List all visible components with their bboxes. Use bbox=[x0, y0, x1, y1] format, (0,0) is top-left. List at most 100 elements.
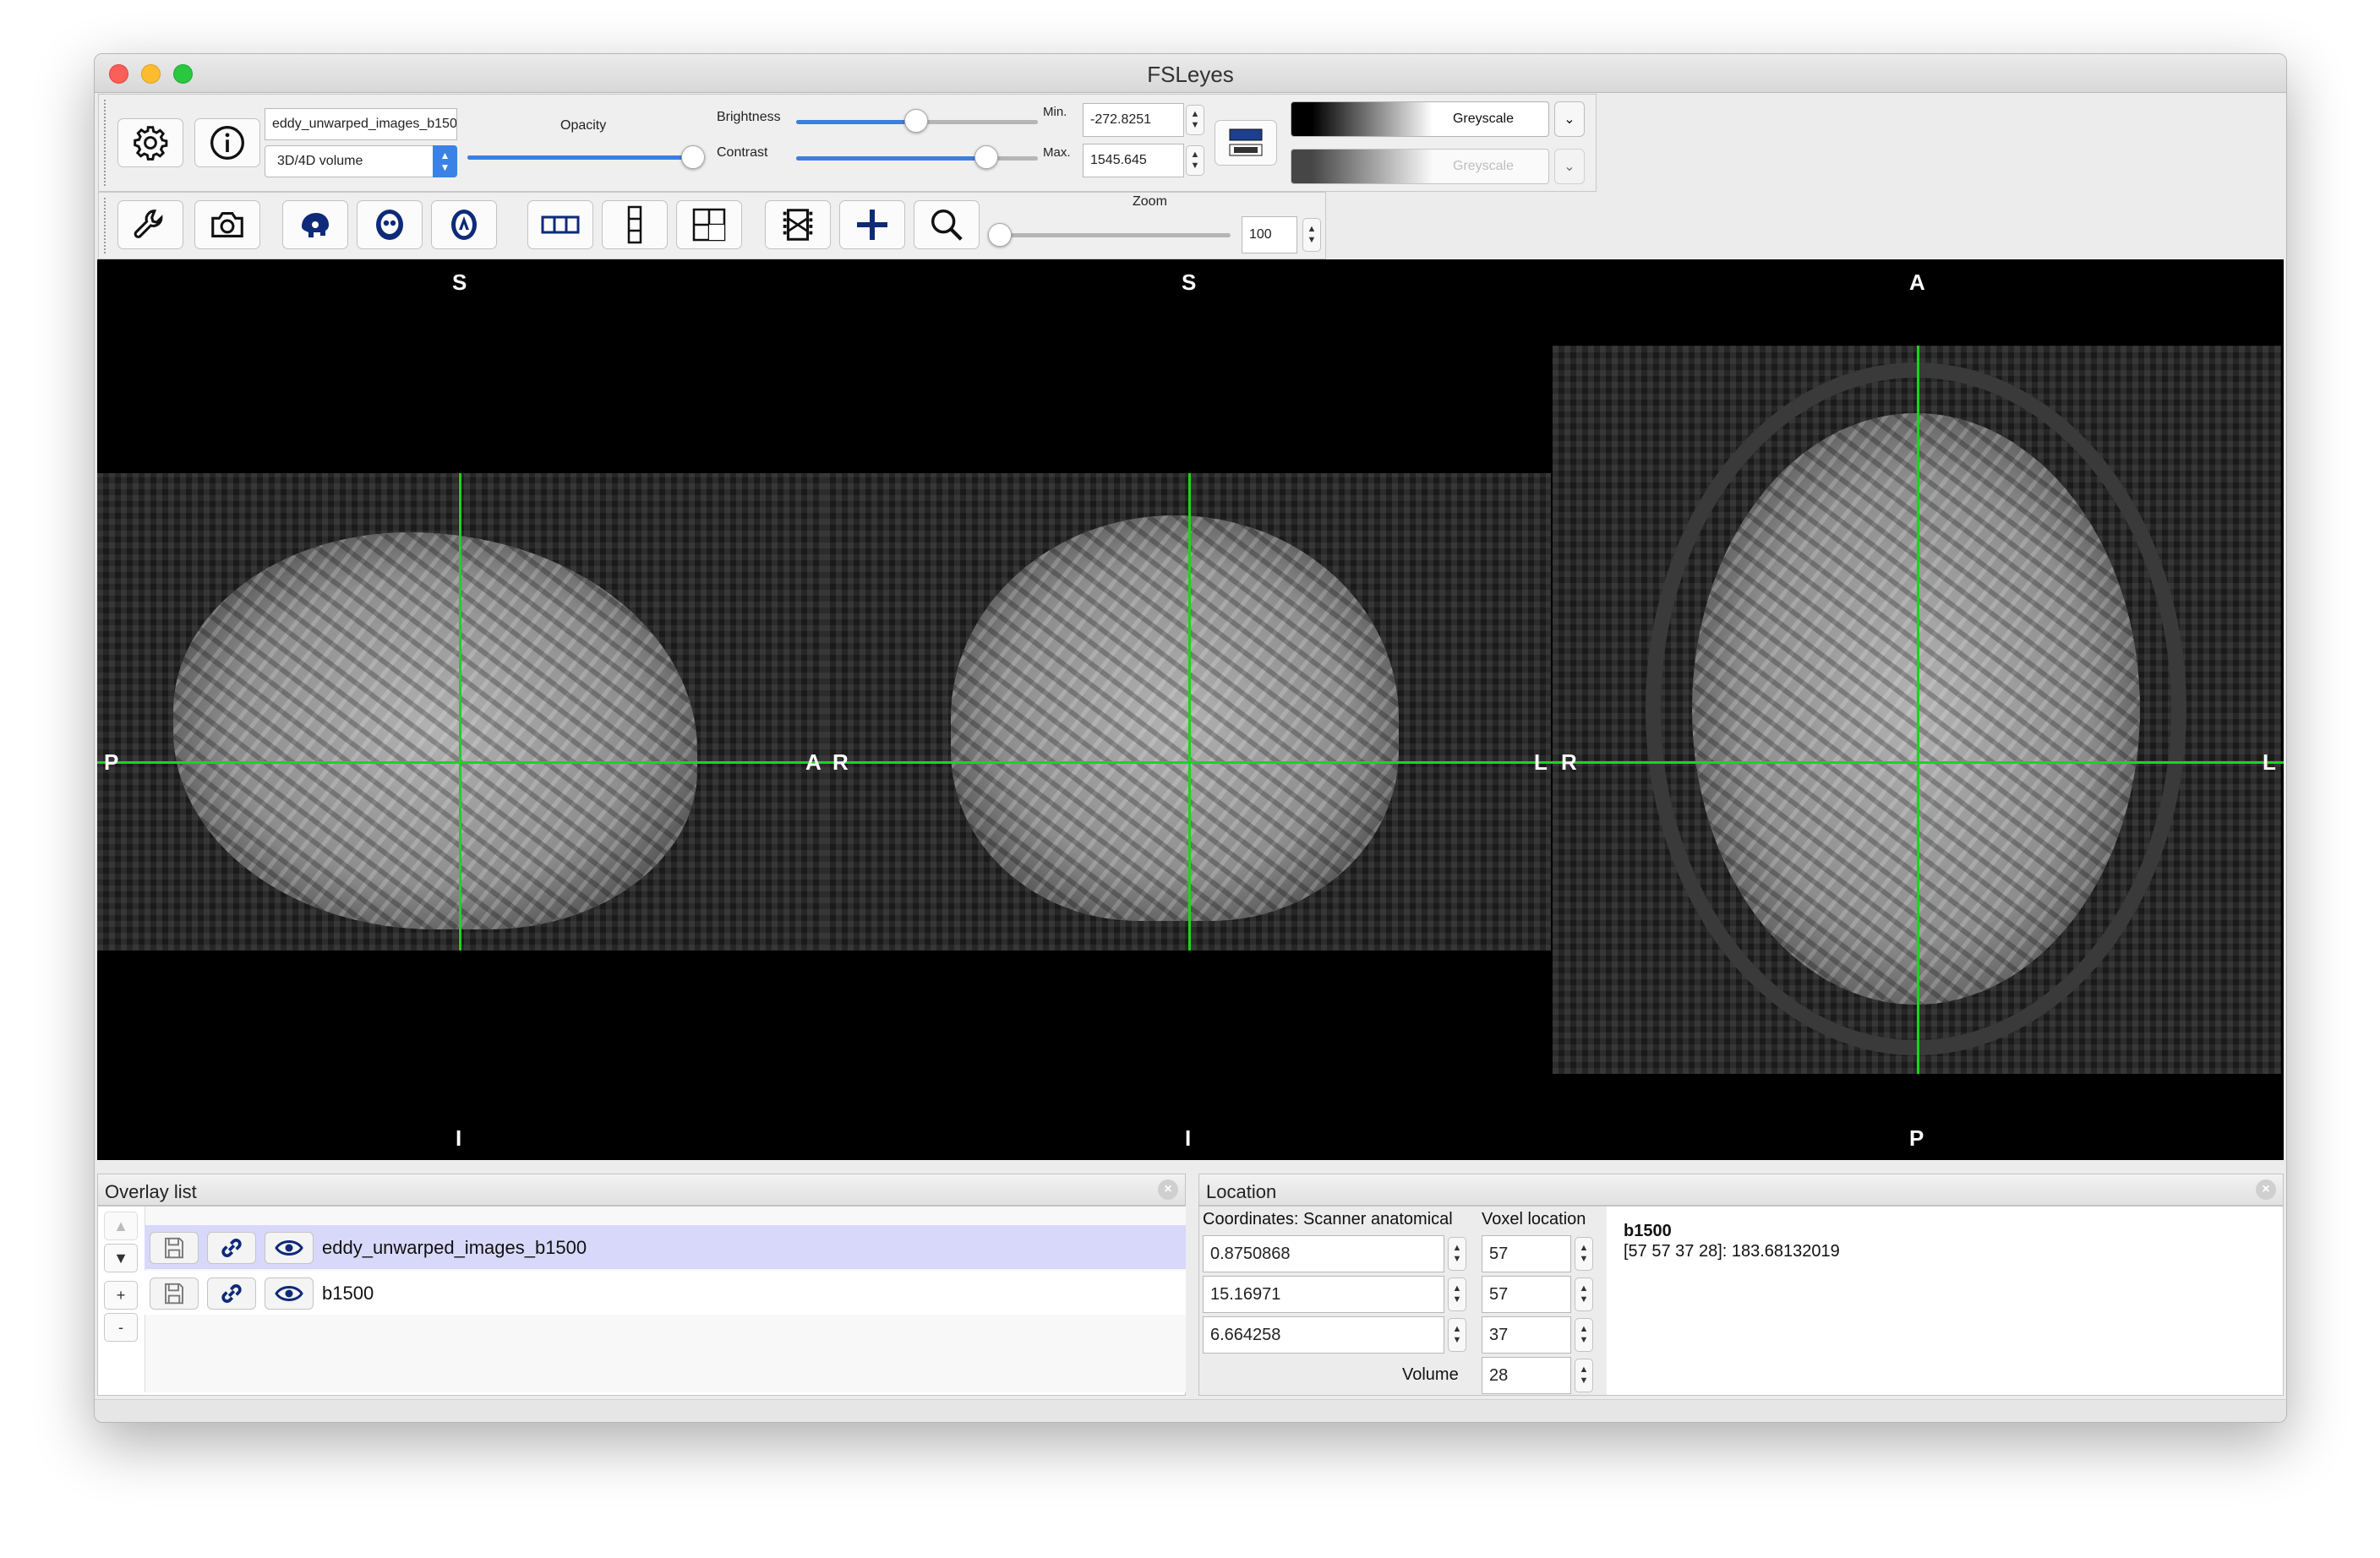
opacity-label: Opacity bbox=[560, 118, 607, 133]
min-value-stepper[interactable]: ▲ ▼ bbox=[1186, 105, 1204, 135]
coordinate-x-field[interactable]: 0.8750868 bbox=[1203, 1235, 1444, 1272]
zoom-slider-handle[interactable] bbox=[988, 223, 1012, 247]
ortho-view-canvas[interactable]: S I P A S I R L A P R L bbox=[97, 259, 2284, 1160]
min-label: Min. bbox=[1043, 105, 1067, 119]
toolbar-grip[interactable] bbox=[104, 198, 109, 253]
toolbar-grip[interactable] bbox=[104, 100, 109, 186]
link-overlay-button[interactable] bbox=[207, 1232, 256, 1264]
close-location-icon[interactable]: × bbox=[2256, 1179, 2276, 1200]
voxel-x-field[interactable]: 57 bbox=[1482, 1235, 1571, 1272]
max-value-stepper[interactable]: ▲ ▼ bbox=[1186, 145, 1204, 176]
coordinate-z-field[interactable]: 6.664258 bbox=[1203, 1316, 1444, 1354]
grid-layout-button[interactable] bbox=[676, 200, 742, 249]
remove-overlay-button[interactable]: - bbox=[104, 1313, 138, 1342]
horizontal-layout-icon bbox=[541, 215, 580, 234]
primary-colormap-select[interactable]: Greyscale bbox=[1291, 101, 1549, 137]
coordinate-y-field[interactable]: 15.16971 bbox=[1203, 1276, 1444, 1313]
film-icon bbox=[783, 209, 813, 241]
coordinate-x-stepper[interactable]: ▲ ▼ bbox=[1448, 1237, 1466, 1271]
location-info-box: b1500 [57 57 37 28]: 183.68132019 bbox=[1607, 1207, 2283, 1395]
camera-icon bbox=[211, 212, 243, 237]
close-overlay-list-icon[interactable]: × bbox=[1158, 1179, 1178, 1200]
coronal-label-right: L bbox=[1534, 749, 1548, 775]
location-header: Location × bbox=[1198, 1174, 2284, 1206]
info-overlay-name: b1500 bbox=[1624, 1222, 1672, 1240]
coordinate-z-stepper[interactable]: ▲ ▼ bbox=[1448, 1318, 1466, 1352]
view-settings-button[interactable] bbox=[117, 200, 183, 249]
horizontal-layout-button[interactable] bbox=[527, 200, 593, 249]
title-bar: FSLeyes bbox=[95, 54, 2286, 93]
toggle-overlay-visibility-button[interactable] bbox=[265, 1277, 314, 1310]
sagittal-head-icon bbox=[302, 213, 329, 237]
coordinates-header: Coordinates: Scanner anatomical bbox=[1203, 1210, 1453, 1228]
eye-icon bbox=[275, 1286, 303, 1301]
secondary-colormap-dropdown[interactable]: ⌄ bbox=[1554, 149, 1585, 184]
move-overlay-down-button[interactable]: ▼ bbox=[104, 1244, 138, 1272]
add-overlay-button[interactable]: + bbox=[104, 1281, 138, 1310]
zoom-value-field[interactable]: 100 bbox=[1242, 216, 1297, 253]
overlay-row[interactable]: eddy_unwarped_images_b1500 bbox=[145, 1225, 1186, 1269]
chain-link-icon bbox=[221, 1239, 242, 1257]
primary-colormap-dropdown[interactable]: ⌄ bbox=[1554, 101, 1585, 137]
axial-crosshair-vertical bbox=[1917, 346, 1919, 1074]
opacity-slider[interactable] bbox=[467, 155, 691, 160]
toggle-overlay-visibility-button[interactable] bbox=[265, 1232, 314, 1264]
voxel-y-field[interactable]: 57 bbox=[1482, 1276, 1571, 1313]
contrast-slider-handle[interactable] bbox=[974, 145, 998, 169]
volume-stepper[interactable]: ▲ ▼ bbox=[1575, 1359, 1593, 1392]
toggle-coronal-button[interactable] bbox=[357, 200, 423, 249]
zoom-stepper[interactable]: ▲ ▼ bbox=[1302, 218, 1321, 252]
volume-field[interactable]: 28 bbox=[1482, 1357, 1571, 1394]
save-overlay-button[interactable] bbox=[150, 1232, 199, 1264]
reset-zoom-button[interactable] bbox=[914, 200, 980, 249]
link-overlay-button[interactable] bbox=[207, 1277, 256, 1310]
overlay-type-select[interactable]: 3D/4D volume bbox=[265, 145, 457, 177]
eye-icon bbox=[275, 1240, 303, 1256]
coronal-label-bottom: I bbox=[1185, 1125, 1192, 1151]
voxel-y-stepper[interactable]: ▲ ▼ bbox=[1575, 1277, 1593, 1311]
voxel-location-header: Voxel location bbox=[1482, 1210, 1586, 1228]
invert-colormap-button[interactable] bbox=[1215, 120, 1277, 166]
zoom-label: Zoom bbox=[1133, 194, 1167, 209]
opacity-slider-handle[interactable] bbox=[681, 145, 705, 169]
toggle-sagittal-button[interactable] bbox=[282, 200, 348, 249]
overlay-name-field[interactable]: eddy_unwarped_images_b150 bbox=[265, 108, 457, 140]
axial-head-icon bbox=[451, 210, 477, 240]
overlay-settings-button[interactable] bbox=[117, 118, 183, 167]
coronal-slice[interactable] bbox=[824, 473, 1551, 951]
zoom-slider[interactable] bbox=[999, 233, 1231, 237]
colormap-toggle-icon bbox=[1229, 128, 1263, 156]
voxel-z-field[interactable]: 37 bbox=[1482, 1316, 1571, 1354]
toggle-cursor-button[interactable] bbox=[839, 200, 905, 249]
screenshot-button[interactable] bbox=[194, 200, 260, 249]
overlay-name: b1500 bbox=[322, 1283, 374, 1304]
voxel-x-stepper[interactable]: ▲ ▼ bbox=[1575, 1237, 1593, 1271]
sagittal-label-left: P bbox=[104, 749, 119, 775]
sagittal-label-top: S bbox=[452, 270, 467, 295]
save-overlay-button[interactable] bbox=[150, 1277, 199, 1310]
location-panel: Coordinates: Scanner anatomical Voxel lo… bbox=[1198, 1206, 2284, 1396]
voxel-z-stepper[interactable]: ▲ ▼ bbox=[1575, 1318, 1593, 1352]
crosshair-plus-icon bbox=[857, 210, 887, 240]
overlay-info-button[interactable] bbox=[194, 118, 260, 167]
max-label: Max. bbox=[1043, 145, 1071, 160]
min-value-field[interactable]: -272.8251 bbox=[1083, 103, 1184, 137]
coordinate-y-stepper[interactable]: ▲ ▼ bbox=[1448, 1277, 1466, 1311]
overlay-list-title: Overlay list bbox=[105, 1181, 197, 1202]
overlay-type-dropdown-arrow[interactable]: ▲ ▼ bbox=[433, 145, 457, 177]
secondary-colormap-select[interactable]: Greyscale bbox=[1291, 149, 1549, 184]
toggle-axial-button[interactable] bbox=[431, 200, 497, 249]
brightness-slider-handle[interactable] bbox=[904, 109, 928, 133]
overlay-type-value: 3D/4D volume bbox=[277, 154, 363, 168]
max-value-field[interactable]: 1545.645 bbox=[1083, 144, 1184, 177]
contrast-slider[interactable] bbox=[796, 156, 1038, 161]
coronal-brain-image bbox=[951, 515, 1399, 921]
vertical-layout-button[interactable] bbox=[602, 200, 668, 249]
move-overlay-up-button[interactable]: ▲ bbox=[104, 1212, 138, 1240]
chain-link-icon bbox=[221, 1284, 242, 1303]
brightness-label: Brightness bbox=[717, 110, 781, 124]
primary-colormap-label: Greyscale bbox=[1452, 112, 1515, 126]
movie-mode-button[interactable] bbox=[765, 200, 831, 249]
overlay-row[interactable]: b1500 bbox=[145, 1271, 1186, 1315]
wrench-icon bbox=[134, 210, 163, 238]
